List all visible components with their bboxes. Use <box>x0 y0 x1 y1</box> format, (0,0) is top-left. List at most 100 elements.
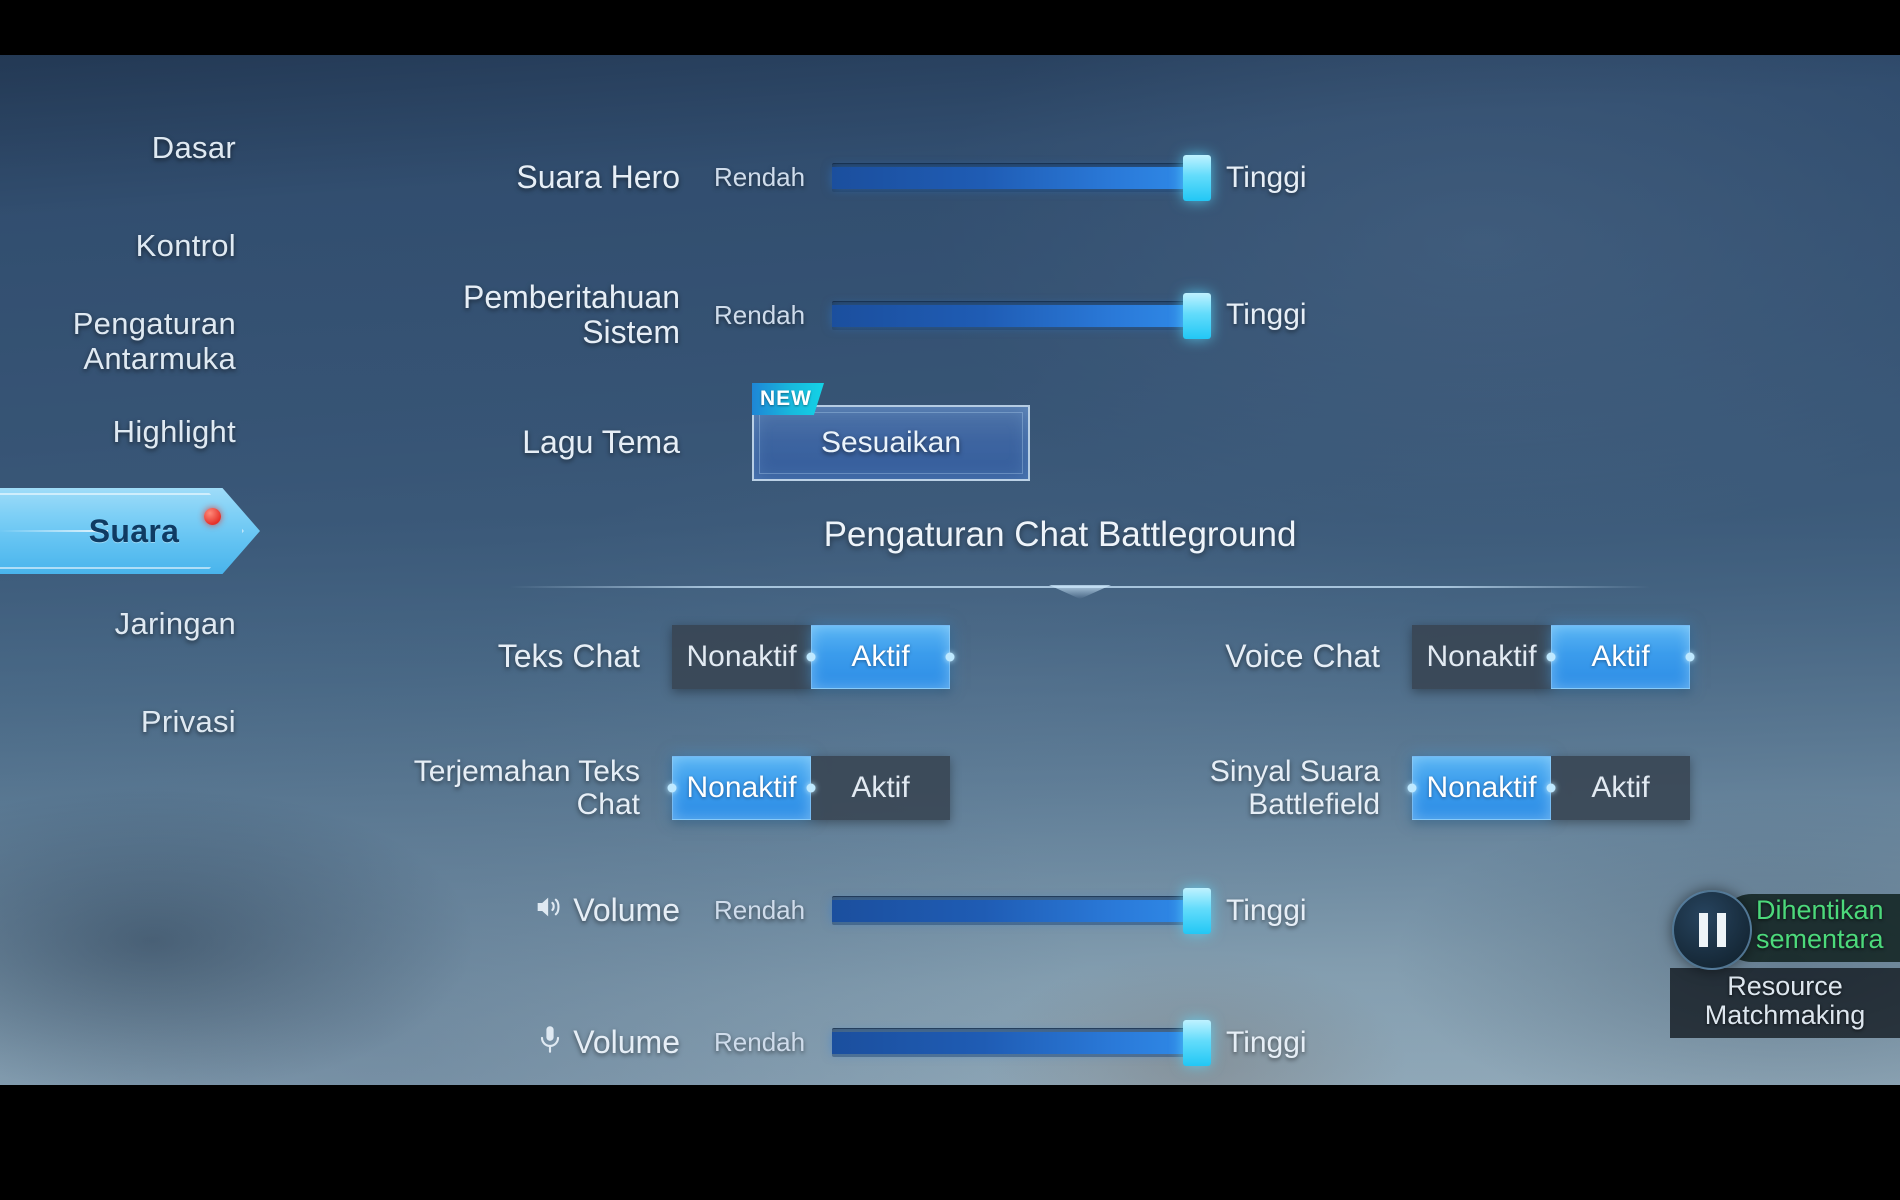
overlay-caption: Resource Matchmaking <box>1670 968 1900 1039</box>
translation-label-line2: Chat <box>576 788 640 821</box>
hero-voice-slider[interactable]: Rendah Tinggi <box>714 155 1307 202</box>
speaker-volume-slider[interactable]: Rendah Tinggi <box>714 888 1307 935</box>
status-text-line2: sementara <box>1756 923 1884 954</box>
sidebar-item-jaringan[interactable]: Jaringan <box>0 596 270 652</box>
voice-chat-toggle[interactable]: Nonaktif Aktif <box>1412 625 1695 689</box>
setting-row-battlefield-voice-signal: Sinyal Suara Battlefield Nonaktif Aktif <box>1010 755 1690 821</box>
customize-theme-song-button[interactable]: NEW Sesuaikan <box>752 383 1030 481</box>
text-chat-label: Teks Chat <box>497 638 640 675</box>
settings-main-panel: Suara Hero Rendah Tinggi Pemberitahuan S… <box>300 60 1820 1080</box>
toggle-option-on[interactable]: Aktif <box>811 756 950 820</box>
system-notification-label-line2: Sistem <box>582 314 680 351</box>
translation-label-line1: Terjemahan Teks <box>413 755 640 788</box>
theme-song-button-container: NEW Sesuaikan <box>752 383 1030 481</box>
new-badge: NEW <box>752 383 824 415</box>
toggle-pip-right-icon <box>1685 652 1695 662</box>
game-screen: Dasar Kontrol Pengaturan Antarmuka Highl… <box>0 0 1900 1200</box>
slider-min-label: Rendah <box>714 299 806 330</box>
slider-track[interactable] <box>832 1020 1211 1067</box>
slider-max-label: Tinggi <box>1226 893 1307 927</box>
toggle-pip-left-icon <box>1546 652 1556 662</box>
toggle-option-on[interactable]: Aktif <box>1551 756 1690 820</box>
slider-fill <box>832 167 1192 190</box>
sidebar-item-label: Privasi <box>140 704 236 739</box>
battlefield-voice-signal-label: Sinyal Suara Battlefield <box>1010 755 1380 821</box>
system-notification-slider[interactable]: Rendah Tinggi <box>714 292 1307 339</box>
sidebar-item-highlight[interactable]: Highlight <box>0 404 270 460</box>
battlefield-voice-signal-toggle[interactable]: Nonaktif Aktif <box>1407 756 1690 820</box>
signal-label-line1: Sinyal Suara <box>1209 755 1380 788</box>
sidebar-item-label: Jaringan <box>114 606 236 641</box>
text-chat-translation-toggle[interactable]: Nonaktif Aktif <box>667 756 950 820</box>
slider-knob[interactable] <box>1183 155 1211 202</box>
setting-row-system-notification: Pemberitahuan Sistem Rendah Tinggi <box>300 279 1520 351</box>
toggle-option-off[interactable]: Nonaktif <box>672 625 811 689</box>
text-chat-translation-label: Terjemahan Teks Chat <box>270 755 640 821</box>
sidebar-item-kontrol[interactable]: Kontrol <box>0 218 270 274</box>
toggle-option-off[interactable]: Nonaktif <box>1412 625 1551 689</box>
signal-label-line2: Battlefield <box>1248 788 1380 821</box>
letterbox-bar-bottom <box>0 1085 1900 1200</box>
hero-voice-label: Suara Hero <box>516 159 680 195</box>
sidebar-item-suara[interactable]: Suara <box>0 488 268 574</box>
toggle-pip-right-icon <box>1546 783 1556 793</box>
sidebar-item-label-line2: Antarmuka <box>83 341 236 376</box>
toggle-option-off[interactable]: Nonaktif <box>672 756 811 820</box>
slider-track[interactable] <box>832 155 1211 202</box>
section-divider <box>510 580 1650 599</box>
slider-min-label: Rendah <box>714 895 806 926</box>
mic-volume-label: Volume <box>573 1024 680 1060</box>
mic-volume-slider[interactable]: Rendah Tinggi <box>714 1020 1307 1067</box>
section-header-chat-settings: Pengaturan Chat Battleground <box>823 515 1297 554</box>
overlay-caption-line2: Matchmaking <box>1704 1000 1866 1031</box>
slider-track[interactable] <box>832 888 1211 935</box>
toggle-option-on[interactable]: Aktif <box>1551 625 1690 689</box>
slider-knob[interactable] <box>1183 292 1211 339</box>
slider-fill <box>832 304 1192 327</box>
toggle-option-off[interactable]: Nonaktif <box>1412 756 1551 820</box>
toggle-pip-left-icon <box>806 652 816 662</box>
slider-max-label: Tinggi <box>1226 160 1307 194</box>
toggle-pip-left-icon <box>1407 783 1417 793</box>
text-chat-toggle[interactable]: Nonaktif Aktif <box>672 625 955 689</box>
microphone-icon <box>534 1022 566 1063</box>
overlay-caption-line1: Resource <box>1727 971 1843 1001</box>
sidebar-item-label-line1: Pengaturan <box>72 306 236 342</box>
pause-button[interactable] <box>1672 890 1752 970</box>
speaker-icon <box>532 890 566 931</box>
speaker-volume-label: Volume <box>573 892 680 928</box>
theme-song-label: Lagu Tema <box>522 424 680 461</box>
slider-max-label: Tinggi <box>1226 1025 1307 1059</box>
setting-row-theme-song: Lagu Tema NEW Sesuaikan <box>300 383 1520 481</box>
speaker-volume-label-group: Volume <box>300 890 680 931</box>
slider-min-label: Rendah <box>714 162 806 193</box>
slider-fill <box>832 1032 1192 1055</box>
slider-track[interactable] <box>832 292 1211 339</box>
download-status-overlay[interactable]: Dihentikan sementara Resource Matchmakin… <box>1670 890 1900 1039</box>
mic-volume-label-group: Volume <box>300 1022 680 1063</box>
toggle-pip-right-icon <box>945 652 955 662</box>
sidebar-item-privasi[interactable]: Privasi <box>0 694 270 750</box>
status-text: Dihentikan sementara <box>1756 896 1884 953</box>
settings-sidebar: Dasar Kontrol Pengaturan Antarmuka Highl… <box>0 120 270 750</box>
toggle-option-on[interactable]: Aktif <box>811 625 950 689</box>
voice-chat-label: Voice Chat <box>1225 638 1380 675</box>
system-notification-label: Pemberitahuan Sistem <box>300 279 680 351</box>
button-inner-border <box>759 412 1023 474</box>
sidebar-item-label: Dasar <box>151 130 236 165</box>
setting-row-text-chat-translation: Terjemahan Teks Chat Nonaktif Aktif <box>270 755 950 821</box>
status-text-line1: Dihentikan <box>1756 895 1884 925</box>
setting-row-text-chat: Teks Chat Nonaktif Aktif <box>300 625 955 689</box>
toggle-pip-left-icon <box>667 783 677 793</box>
sidebar-item-pengaturan-antarmuka[interactable]: Pengaturan Antarmuka <box>0 302 270 382</box>
slider-knob[interactable] <box>1183 1020 1211 1067</box>
slider-max-label: Tinggi <box>1226 298 1307 332</box>
sidebar-item-label: Kontrol <box>135 228 236 263</box>
setting-row-speaker-volume: Volume Rendah Tinggi <box>300 888 1520 935</box>
sidebar-item-label: Highlight <box>112 414 236 449</box>
sidebar-item-dasar[interactable]: Dasar <box>0 120 270 176</box>
slider-knob[interactable] <box>1183 888 1211 935</box>
sidebar-item-label: Suara <box>88 512 180 549</box>
system-notification-label-line1: Pemberitahuan <box>462 279 680 315</box>
divider-chevron-icon <box>1049 585 1111 599</box>
